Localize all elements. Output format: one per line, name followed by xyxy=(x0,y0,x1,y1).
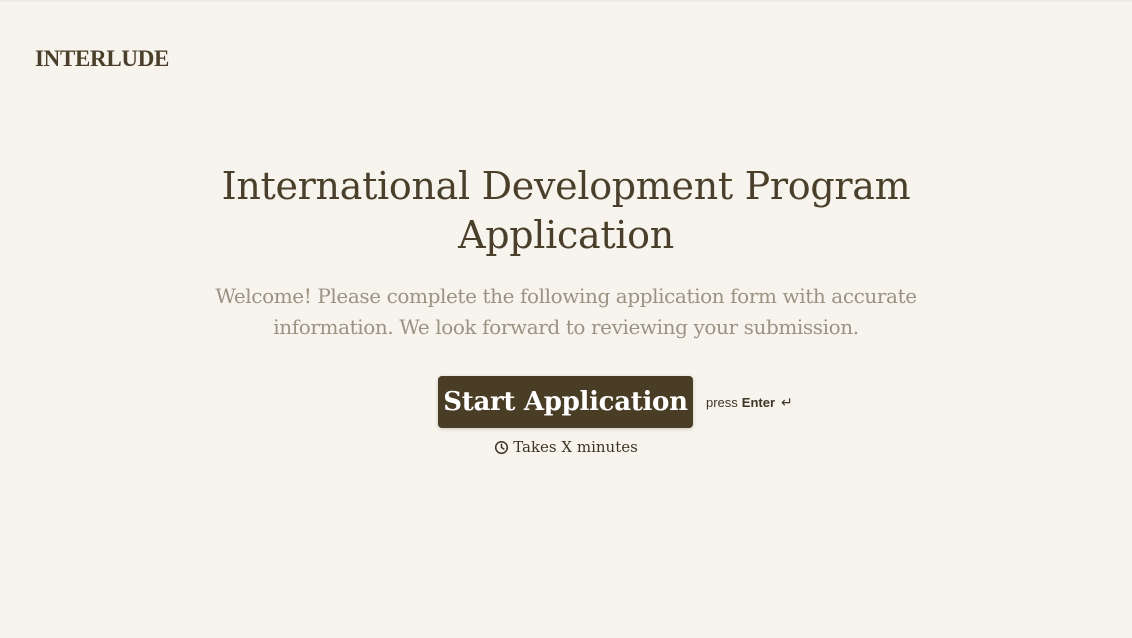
time-estimate: Takes X minutes xyxy=(0,438,1132,456)
keyboard-hint: press Enter ↵ xyxy=(706,394,793,411)
cta-row: Start Application press Enter ↵ xyxy=(438,376,793,428)
hero-section: International Development Program Applic… xyxy=(0,162,1132,343)
page-title: International Development Program Applic… xyxy=(221,164,911,257)
clock-icon xyxy=(494,440,509,455)
hint-prefix: press xyxy=(706,394,738,410)
welcome-description: Welcome! Please complete the following a… xyxy=(215,284,917,339)
time-estimate-text: Takes X minutes xyxy=(513,438,638,456)
brand-logo[interactable]: INTERLUDE xyxy=(35,46,169,72)
enter-key-icon: ↵ xyxy=(781,393,793,410)
start-application-button[interactable]: Start Application xyxy=(438,376,693,428)
hint-key: Enter xyxy=(741,394,776,410)
